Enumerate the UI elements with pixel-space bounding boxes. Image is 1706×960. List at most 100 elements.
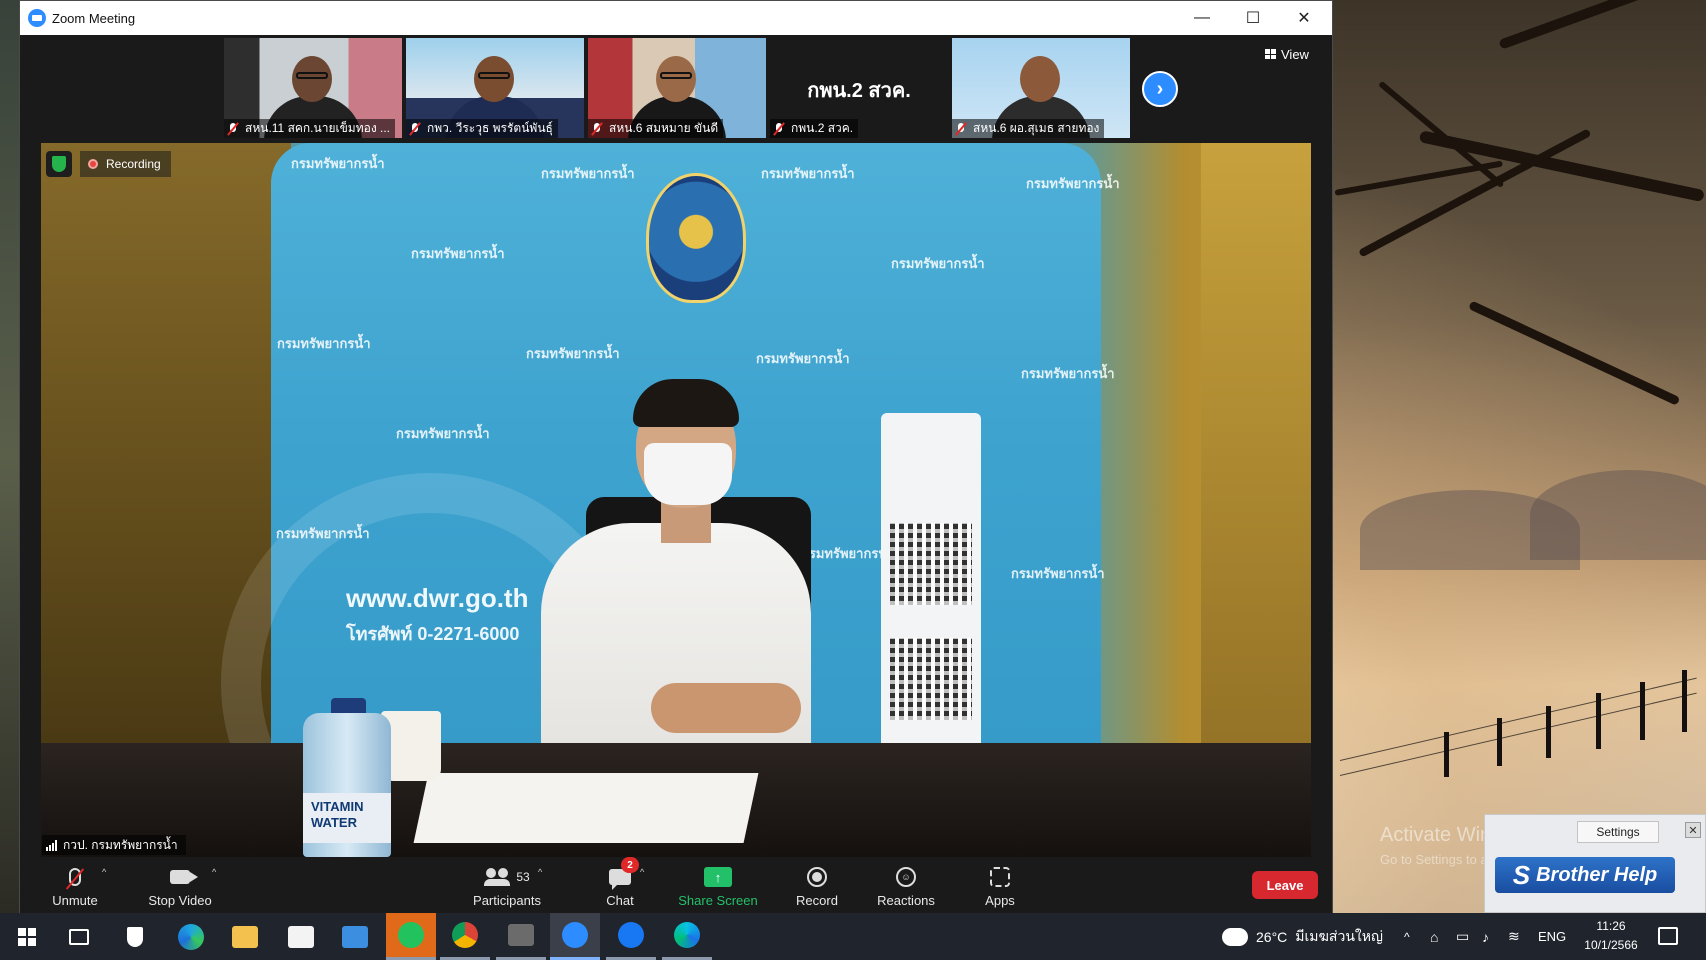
language-indicator[interactable]: ENG	[1538, 913, 1566, 960]
notification-center-icon[interactable]	[1658, 927, 1678, 945]
chat-button[interactable]: 2 Chat	[590, 857, 650, 913]
bottle-label: VITAMIN WATER	[303, 793, 391, 843]
encryption-shield-icon[interactable]	[46, 151, 72, 177]
recording-dot-icon	[88, 159, 98, 169]
participants-icon	[484, 868, 511, 886]
security-app[interactable]	[110, 913, 160, 960]
weather-cloudy-icon	[1222, 921, 1248, 946]
brother-help-icon: S	[1512, 859, 1531, 890]
window-title: Zoom Meeting	[52, 10, 136, 26]
weather-widget[interactable]: 26°C มีเมฆส่วนใหญ่	[1222, 913, 1383, 960]
documents	[413, 773, 759, 843]
participant-tile[interactable]: สหน.11 สคก.นายเข็มทอง ...	[224, 38, 402, 138]
unmute-label: Unmute	[52, 893, 98, 908]
next-page-button[interactable]: ›	[1142, 71, 1178, 107]
fence-post	[1596, 693, 1601, 749]
clock-time: 11:26	[1596, 919, 1626, 933]
participant-display-name: กพน.2 สวค.	[807, 80, 911, 102]
grid-view-icon	[1265, 49, 1276, 59]
recording-label: Recording	[106, 157, 161, 171]
l-app[interactable]	[496, 913, 546, 960]
smiley-icon: ☺	[896, 867, 916, 887]
backdrop-logo-text: กรมทรัพยากรน้ำ	[756, 351, 850, 366]
participant-tile[interactable]: กพว. วีระวุธ พรรัตน์พันธุ์	[406, 38, 584, 138]
participant-tile[interactable]: สหน.6 ผอ.สุเมธ สายทอง	[952, 38, 1130, 138]
tree-branch	[1498, 0, 1706, 50]
backdrop-phone: โทรศัพท์ 0-2271-6000	[346, 624, 520, 644]
chat-options-caret[interactable]: ^	[640, 867, 644, 877]
reactions-label: Reactions	[877, 893, 935, 908]
file-explorer-app[interactable]	[220, 913, 270, 960]
view-label: View	[1281, 46, 1309, 62]
apps-button[interactable]: Apps	[970, 857, 1030, 913]
participant-tile[interactable]: กพน.2 สวค. กพน.2 สวค.	[770, 38, 948, 138]
audio-options-caret[interactable]: ^	[102, 867, 106, 877]
network-icon[interactable]: ⌂	[1430, 913, 1438, 960]
start-button[interactable]	[2, 913, 52, 960]
minimize-button[interactable]: —	[1177, 1, 1227, 35]
leave-button[interactable]: Leave	[1252, 871, 1318, 899]
mail-icon	[342, 925, 368, 948]
title-bar[interactable]: Zoom Meeting — ☐ ✕	[20, 1, 1332, 35]
facebook-app[interactable]	[606, 913, 656, 960]
share-screen-label: Share Screen	[678, 893, 758, 908]
weather-temp: 26°C	[1256, 928, 1288, 945]
active-speaker-video[interactable]: กรมทรัพยากรน้ำ กรมทรัพยากรน้ำ กรมทรัพยาก…	[41, 143, 1311, 857]
tray-overflow-button[interactable]: ^	[1404, 913, 1410, 960]
settings-button[interactable]: Settings	[1577, 821, 1659, 843]
task-view-button[interactable]	[54, 913, 104, 960]
battery-icon[interactable]: ▭	[1456, 913, 1469, 960]
line-app[interactable]	[386, 913, 436, 960]
backdrop-logo-text: กรมทรัพยากรน้ำ	[541, 166, 635, 181]
backdrop-logo-text: กรมทรัพยากรน้ำ	[411, 246, 505, 261]
unmute-button[interactable]: Unmute	[42, 857, 108, 913]
stop-video-button[interactable]: Stop Video	[130, 857, 230, 913]
backdrop-logo-text: กรมทรัพยากรน้ำ	[526, 346, 620, 361]
volume-icon[interactable]: ♪	[1482, 913, 1489, 960]
folder-icon	[232, 925, 258, 948]
backdrop-logo-text: กรมทรัพยากรน้ำ	[277, 336, 371, 351]
task-view-icon	[69, 928, 89, 945]
close-button[interactable]: ✕	[1279, 1, 1329, 35]
mic-muted-icon	[772, 122, 786, 136]
zoom-app[interactable]	[550, 913, 600, 960]
backdrop-logo-text: กรมทรัพยากรน้ำ	[1026, 176, 1120, 191]
chat-label: Chat	[606, 893, 634, 908]
tree-branch	[1468, 300, 1681, 406]
fence-post	[1640, 682, 1645, 740]
edge-app[interactable]	[166, 913, 216, 960]
maximize-button[interactable]: ☐	[1228, 1, 1278, 35]
edge-icon	[178, 923, 204, 950]
fence-post	[1546, 706, 1551, 758]
backdrop-logo-text: กรมทรัพยากรน้ำ	[291, 156, 385, 171]
recording-indicator[interactable]: Recording	[80, 151, 171, 177]
store-app[interactable]	[276, 913, 326, 960]
qr-code-icon	[890, 523, 972, 605]
mic-muted-icon	[408, 122, 422, 136]
backdrop-logo-text: กรมทรัพยากรน้ำ	[276, 526, 370, 541]
reactions-button[interactable]: ☺ Reactions	[866, 857, 946, 913]
share-screen-button[interactable]: ↑ Share Screen	[668, 857, 768, 913]
clock[interactable]: 11:26 10/1/2566	[1576, 917, 1646, 955]
video-options-caret[interactable]: ^	[212, 867, 216, 877]
webex-app[interactable]	[662, 913, 712, 960]
view-button[interactable]: View	[1265, 43, 1309, 65]
face-mask	[644, 443, 732, 505]
participant-tile[interactable]: สหน.6 สมหมาย ขันดี	[588, 38, 766, 138]
popup-close-button[interactable]: ✕	[1685, 822, 1701, 838]
wifi-icon[interactable]: ≋	[1508, 913, 1520, 960]
brother-help-button[interactable]: S Brother Help	[1495, 857, 1675, 893]
record-icon	[807, 867, 827, 887]
mail-app[interactable]	[330, 913, 380, 960]
windows-logo-icon	[18, 927, 36, 946]
fence-post	[1444, 732, 1449, 777]
facebook-icon	[618, 922, 644, 948]
participants-options-caret[interactable]: ^	[538, 867, 542, 877]
participants-button[interactable]: 53 Participants	[452, 857, 562, 913]
zoom-window: Zoom Meeting — ☐ ✕ สหน.11 สคก.นายเข็มทอง…	[19, 0, 1333, 913]
chrome-app[interactable]	[440, 913, 490, 960]
shield-icon	[127, 926, 143, 947]
department-emblem-icon	[646, 173, 746, 303]
record-button[interactable]: Record	[782, 857, 852, 913]
store-icon	[288, 925, 314, 948]
